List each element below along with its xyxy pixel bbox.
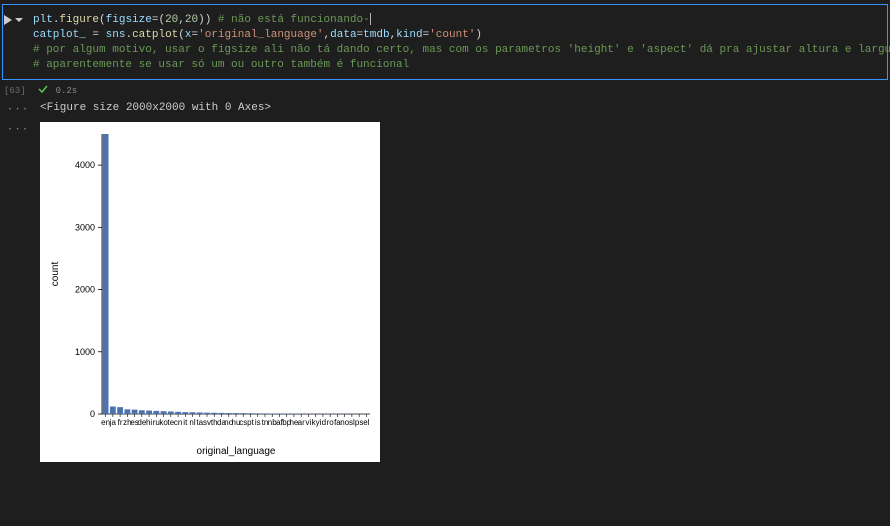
code-line-4: # aparentemente se usar só um ou outro t… [33,58,890,73]
svg-text:is: is [255,418,261,427]
svg-text:ps: ps [355,418,363,427]
execution-status-row: [63] 0.2s [0,82,890,98]
svg-text:ky: ky [312,418,320,427]
svg-text:4000: 4000 [75,160,95,170]
svg-text:en: en [101,418,110,427]
bar-chart: 01000200030004000enjafrzhesdehirukotecni… [40,122,380,462]
dots-icon[interactable]: ··· [7,104,30,116]
svg-text:ja: ja [109,418,117,427]
output-text-row: ··· <Figure size 2000x2000 with 0 Axes> [0,98,890,118]
svg-text:fr: fr [118,418,123,427]
output-chart-row: ··· 01000200030004000enjafrzhesdehirukot… [0,118,890,464]
text-cursor [370,13,371,25]
code-line-2: catplot_ = sns.catplot(x='original_langu… [33,28,890,43]
svg-text:sv: sv [203,418,211,427]
svg-text:original_language: original_language [197,446,276,457]
svg-text:3000: 3000 [75,222,95,232]
cell-gutter [3,5,23,79]
svg-text:cs: cs [239,418,247,427]
code-editor[interactable]: plt.figure(figsize=(20,20)) # não está f… [23,5,890,79]
code-cell[interactable]: plt.figure(figsize=(20,20)) # não está f… [2,4,888,80]
execution-time: 0.2s [56,86,78,96]
svg-text:vi: vi [306,418,312,427]
svg-text:cn: cn [174,418,182,427]
svg-text:el: el [363,418,369,427]
svg-text:hi: hi [146,418,152,427]
svg-text:2000: 2000 [75,285,95,295]
chart-output: 01000200030004000enjafrzhesdehirukotecni… [40,122,380,462]
play-icon[interactable] [3,15,13,29]
execution-count: [63] [4,86,30,96]
svg-text:count: count [50,262,61,287]
dots-icon[interactable]: ··· [7,124,30,136]
svg-text:pt: pt [247,418,254,427]
figure-repr-text: <Figure size 2000x2000 with 0 Axes> [34,102,271,114]
svg-text:0: 0 [90,409,95,419]
svg-text:nl: nl [189,418,195,427]
chevron-down-icon[interactable] [15,16,23,28]
svg-text:1000: 1000 [75,347,95,357]
code-line-3: # por algum motivo, usar o figsize ali n… [33,43,890,58]
check-icon [38,84,48,98]
svg-text:ar: ar [298,418,305,427]
svg-text:id: id [320,418,326,427]
code-line-1: plt.figure(figsize=(20,20)) # não está f… [33,13,890,28]
svg-text:it: it [183,418,188,427]
